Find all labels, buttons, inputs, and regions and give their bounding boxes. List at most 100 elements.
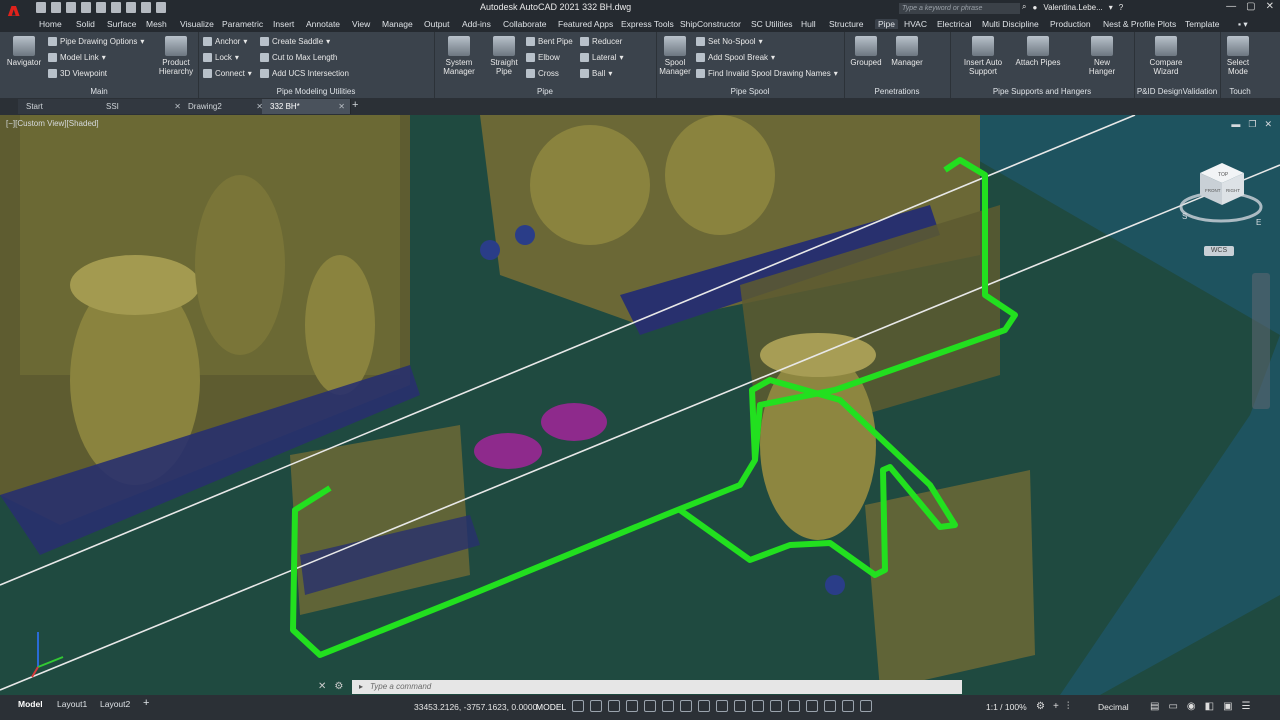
- add-layout-icon[interactable]: +: [143, 697, 149, 709]
- penetration-manager-button[interactable]: Manager: [888, 36, 926, 67]
- tab-mesh[interactable]: Mesh: [146, 19, 167, 29]
- help-icon[interactable]: ?: [1119, 3, 1123, 12]
- doc-tab-332bh[interactable]: 332 BH* ✕: [262, 99, 351, 114]
- tab-home[interactable]: Home: [39, 19, 62, 29]
- polar-icon[interactable]: [626, 700, 638, 712]
- close-icon[interactable]: ✕: [1266, 1, 1274, 12]
- tab-insert[interactable]: Insert: [273, 19, 294, 29]
- straight-pipe-button[interactable]: Straight Pipe: [486, 36, 522, 76]
- ortho-icon[interactable]: [608, 700, 620, 712]
- tab-shipconstructor[interactable]: ShipConstructor: [680, 19, 741, 29]
- tab-multi-discipline[interactable]: Multi Discipline: [982, 19, 1039, 29]
- minimize-icon[interactable]: —: [1226, 1, 1236, 12]
- doc-tab-start[interactable]: Start: [18, 99, 103, 114]
- pipe-drawing-options-button[interactable]: Pipe Drawing Options ▾: [48, 37, 144, 46]
- doc-tab-ssi[interactable]: SSI ✕: [98, 99, 187, 114]
- open-file-icon[interactable]: [51, 2, 61, 13]
- tab-annotate[interactable]: Annotate: [306, 19, 340, 29]
- navigation-bar[interactable]: [1252, 273, 1270, 409]
- tab-featured-apps[interactable]: Featured Apps: [558, 19, 613, 29]
- redo-icon[interactable]: [156, 2, 166, 13]
- insert-auto-support-button[interactable]: Insert Auto Support: [956, 36, 1010, 76]
- layout-tab-layout1[interactable]: Layout1: [57, 699, 87, 709]
- annotation-visibility-icon[interactable]: [824, 700, 836, 712]
- viewport-close-icon[interactable]: ✕: [1264, 119, 1272, 130]
- reducer-button[interactable]: Reducer: [580, 37, 622, 46]
- tab-express-tools[interactable]: Express Tools: [621, 19, 674, 29]
- units-icon[interactable]: ⫶: [1067, 701, 1070, 712]
- create-saddle-button[interactable]: Create Saddle ▾: [260, 37, 330, 46]
- selection-filter-icon[interactable]: [788, 700, 800, 712]
- customization-icon[interactable]: ☰: [1242, 701, 1251, 712]
- new-file-icon[interactable]: [36, 2, 46, 13]
- save-as-icon[interactable]: [81, 2, 91, 13]
- maximize-icon[interactable]: ▢: [1246, 1, 1255, 12]
- viewcube[interactable]: TOP FRONT RIGHT S E: [1176, 159, 1266, 259]
- tab-parametric[interactable]: Parametric: [222, 19, 263, 29]
- bent-pipe-button[interactable]: Bent Pipe: [526, 37, 573, 46]
- selection-cycling-icon[interactable]: [734, 700, 746, 712]
- lock-ui-icon[interactable]: ▭: [1168, 701, 1177, 712]
- layout-tab-layout2[interactable]: Layout2: [100, 699, 130, 709]
- plot-icon[interactable]: [126, 2, 136, 13]
- tab-collaborate[interactable]: Collaborate: [503, 19, 546, 29]
- attach-pipes-button[interactable]: Attach Pipes: [1014, 36, 1062, 67]
- tab-production[interactable]: Production: [1050, 19, 1091, 29]
- tab-visualize[interactable]: Visualize: [180, 19, 214, 29]
- 3d-osnap-icon[interactable]: [752, 700, 764, 712]
- cart-icon[interactable]: ▾: [1109, 3, 1113, 12]
- system-manager-button[interactable]: System Manager: [438, 36, 480, 76]
- wcs-menu[interactable]: WCS: [1204, 246, 1234, 256]
- ribbon-more-icon[interactable]: ▪ ▾: [1238, 19, 1248, 30]
- new-hanger-button[interactable]: New Hanger: [1084, 36, 1120, 76]
- drawing-viewport[interactable]: [−][Custom View][Shaded] ▬ ❐ ✕ TOP FRONT…: [0, 115, 1280, 695]
- tab-electrical[interactable]: Electrical: [937, 19, 971, 29]
- navigator-button[interactable]: Navigator: [5, 36, 43, 67]
- annotation-scale-icon[interactable]: [860, 700, 872, 712]
- hardware-acceleration-icon[interactable]: ◧: [1205, 701, 1214, 712]
- cut-to-max-length-button[interactable]: Cut to Max Length: [260, 53, 337, 62]
- tab-sc-utilities[interactable]: SC Utilities: [751, 19, 793, 29]
- undo-icon[interactable]: [141, 2, 151, 13]
- model-link-button[interactable]: Model Link ▾: [48, 53, 106, 62]
- autoscale-icon[interactable]: [842, 700, 854, 712]
- layout-tab-model[interactable]: Model: [18, 699, 43, 709]
- model-space-button[interactable]: MODEL: [536, 702, 566, 712]
- viewport-minimize-icon[interactable]: ▬: [1231, 119, 1240, 130]
- new-tab-icon[interactable]: +: [352, 99, 358, 111]
- 3d-viewpoint-button[interactable]: 3D Viewpoint: [48, 69, 107, 78]
- tab-hvac[interactable]: HVAC: [904, 19, 927, 29]
- add-ucs-intersection-button[interactable]: Add UCS Intersection: [260, 69, 349, 78]
- clean-screen-icon[interactable]: ▣: [1223, 701, 1232, 712]
- tab-output[interactable]: Output: [424, 19, 450, 29]
- workspace-gear-icon[interactable]: ⚙: [1036, 701, 1045, 712]
- tab-template[interactable]: Template: [1185, 19, 1220, 29]
- isolate-objects-icon[interactable]: ◉: [1187, 701, 1196, 712]
- save-icon[interactable]: [66, 2, 76, 13]
- set-no-spool-button[interactable]: Set No-Spool ▾: [696, 37, 763, 46]
- tab-solid[interactable]: Solid: [76, 19, 95, 29]
- add-spool-break-button[interactable]: Add Spool Break ▾: [696, 53, 775, 62]
- search-input[interactable]: Type a keyword or phrase: [899, 3, 1020, 14]
- grid-icon[interactable]: [572, 700, 584, 712]
- annotation-scale[interactable]: 1:1 / 100%: [986, 702, 1027, 712]
- spool-manager-button[interactable]: Spool Manager: [658, 36, 692, 76]
- dynamic-ucs-icon[interactable]: [770, 700, 782, 712]
- command-close-icon[interactable]: ✕: [318, 681, 326, 692]
- save-web-icon[interactable]: [111, 2, 121, 13]
- quick-properties-icon[interactable]: ▤: [1150, 701, 1159, 712]
- close-tab-icon[interactable]: ✕: [338, 99, 345, 114]
- select-mode-button[interactable]: Select Mode: [1222, 36, 1254, 76]
- isodraft-icon[interactable]: [644, 700, 656, 712]
- search-icon[interactable]: ⌕: [1022, 2, 1026, 12]
- tab-hull[interactable]: Hull: [801, 19, 816, 29]
- compare-wizard-button[interactable]: Compare Wizard: [1144, 36, 1188, 76]
- elbow-button[interactable]: Elbow: [526, 53, 560, 62]
- snap-icon[interactable]: [590, 700, 602, 712]
- lock-button[interactable]: Lock ▾: [203, 53, 239, 62]
- connect-button[interactable]: Connect ▾: [203, 69, 252, 78]
- osnap-icon[interactable]: [662, 700, 674, 712]
- otrack-icon[interactable]: [680, 700, 692, 712]
- tab-pipe[interactable]: Pipe: [875, 19, 899, 29]
- tab-manage[interactable]: Manage: [382, 19, 413, 29]
